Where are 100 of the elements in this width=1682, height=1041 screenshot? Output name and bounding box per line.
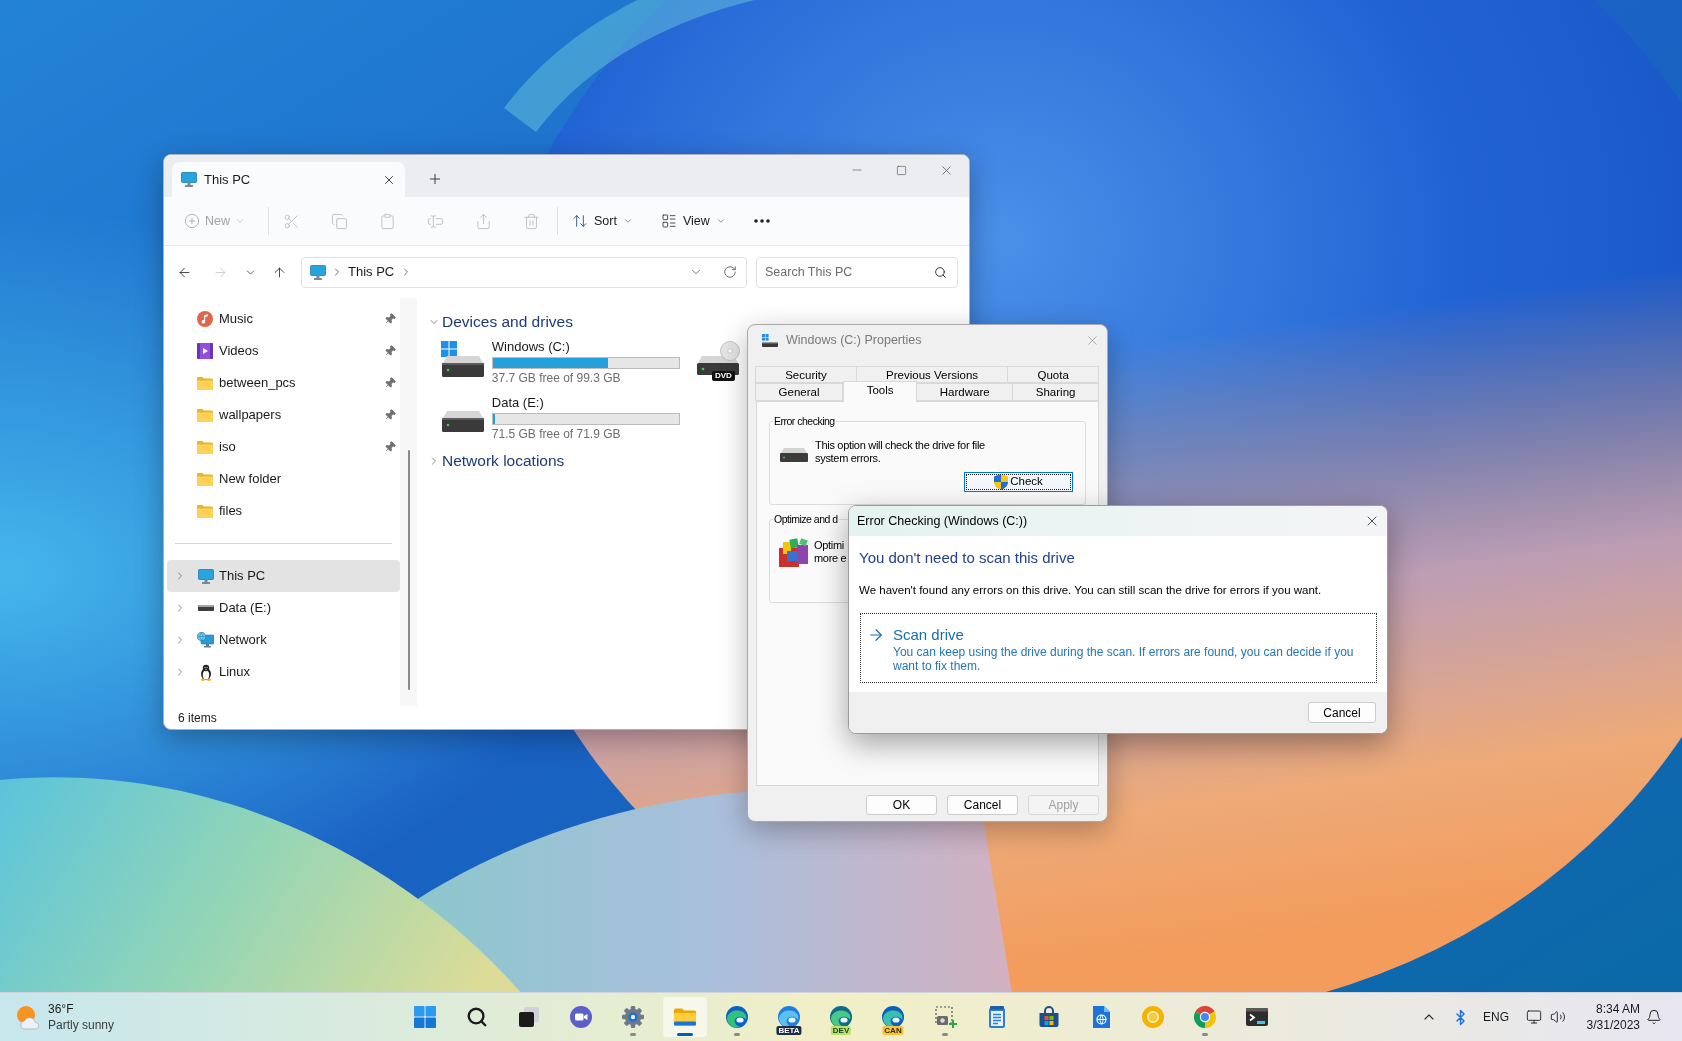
tree-item[interactable]: Network: [167, 624, 400, 656]
item-count: 6 items: [178, 709, 217, 727]
swirl-icon: [881, 1005, 905, 1029]
group-title: Optimize and d: [773, 512, 839, 526]
dvd-drive-icon: [696, 341, 740, 375]
description-text: Optimi: [814, 539, 845, 552]
dialog-tab[interactable]: Previous Versions: [855, 366, 1009, 383]
computer-icon: [181, 172, 197, 187]
folder-icon: [197, 408, 213, 422]
windows-drive-icon: [440, 341, 485, 377]
monitor-icon: [1526, 1009, 1542, 1025]
ellipsis-icon: [753, 219, 770, 223]
folder-icon: [197, 440, 213, 454]
sidebar-item[interactable]: files: [167, 495, 400, 527]
hard-drive-icon: [441, 411, 484, 432]
network-icon: [197, 632, 214, 648]
group-title: Error checking: [773, 414, 836, 428]
swirl-icon: [777, 1005, 801, 1029]
dialog-tab[interactable]: Hardware: [916, 383, 1014, 401]
check-button[interactable]: Check: [964, 472, 1073, 492]
bell-icon: [1646, 1009, 1662, 1025]
dialog-heading: You don't need to scan this drive: [859, 548, 1076, 568]
free-space-text: 37.7 GB free of 99.3 GB: [491, 371, 622, 386]
section-header[interactable]: Devices and drives: [428, 311, 573, 333]
dialog-button[interactable]: OK: [866, 795, 937, 815]
icon-badge: CAN: [882, 1026, 904, 1035]
plus-icon: [427, 171, 443, 187]
tricolor-circle-icon: [1193, 1005, 1217, 1029]
gear-icon: [621, 1005, 645, 1029]
icon-badge: BETA: [776, 1026, 802, 1035]
overlapping-squares-icon: [517, 1005, 541, 1029]
scan-drive-option[interactable]: Scan drive You can keep using the drive during the scan. If errors are found, you can decide if you want to fix them.: [860, 613, 1377, 683]
dialog-tab[interactable]: Quota: [1007, 366, 1099, 383]
cancel-button[interactable]: Cancel: [1308, 702, 1376, 723]
arrow-right-icon: [867, 626, 885, 644]
sidebar-item[interactable]: Videos: [167, 335, 400, 367]
taskbar-app-button[interactable]: CAN: [871, 997, 915, 1037]
tree-item[interactable]: Data (E:): [167, 592, 400, 624]
swirl-icon: [829, 1005, 853, 1029]
volume-icon: [1550, 1009, 1566, 1025]
folder-icon: [197, 376, 213, 390]
drive-name: Windows (C:): [491, 339, 571, 355]
search-field[interactable]: Search This PC: [756, 256, 958, 288]
video-camera-icon: [569, 1005, 593, 1029]
view-button[interactable]: View: [652, 205, 734, 237]
tree-item[interactable]: Linux: [167, 656, 400, 688]
sort-arrows-icon: [572, 213, 588, 229]
dashed-camera-icon: [933, 1005, 957, 1029]
terminal-icon: [1245, 1005, 1269, 1029]
tree-item[interactable]: This PC: [167, 560, 400, 592]
dialog-title: Windows (C:) Properties: [786, 331, 923, 349]
caret-icon: [715, 216, 726, 226]
shield-icon: [994, 474, 1009, 490]
drive-icon: [779, 447, 809, 463]
swirl-icon: [725, 1005, 749, 1029]
clock-button[interactable]: 8:34 AM 3/31/2023: [1574, 997, 1642, 1037]
section-header[interactable]: Network locations: [428, 450, 565, 472]
free-space-text: 71.5 GB free of 71.9 GB: [491, 427, 622, 442]
taskbar-app-button[interactable]: DEV: [819, 997, 863, 1037]
defragment-icon: [778, 536, 810, 568]
sun-cloud-icon: [14, 1004, 42, 1030]
scrollbar-thumb[interactable]: [407, 450, 410, 690]
dvd-label: DVD: [712, 371, 735, 381]
view-list-icon: [660, 213, 677, 229]
language-button[interactable]: ENG: [1474, 997, 1518, 1037]
shopping-bag-icon: [1037, 1005, 1061, 1029]
icon-badge: DEV: [830, 1026, 852, 1035]
sidebar-item[interactable]: Music: [167, 303, 400, 335]
address-bar[interactable]: This PC: [301, 256, 747, 288]
dialog-tab[interactable]: Tools: [843, 381, 918, 402]
sidebar-item[interactable]: wallpapers: [167, 399, 400, 431]
drive-name: Data (E:): [491, 395, 545, 411]
breadcrumb-item[interactable]: This PC: [348, 262, 395, 282]
description-text: This option will check the drive for file system errors.: [815, 439, 986, 465]
music-note-icon: [197, 311, 213, 327]
dialog-tab[interactable]: Sharing: [1012, 383, 1100, 401]
sidebar-item[interactable]: between_pcs: [167, 367, 400, 399]
search-icon: [934, 265, 947, 279]
dialog-message: We haven't found any errors on this drive. You can still scan the drive for errors if you want.: [859, 583, 1323, 598]
dialog-button[interactable]: Cancel: [947, 795, 1018, 815]
dialog-tab[interactable]: General: [755, 383, 844, 401]
ring-icon: [1141, 1005, 1165, 1029]
scrollbar[interactable]: [400, 298, 417, 706]
computer-icon: [197, 568, 214, 584]
sidebar-item[interactable]: New folder: [167, 463, 400, 495]
window-tab[interactable]: This PC: [172, 162, 405, 197]
sort-button[interactable]: Sort: [564, 205, 641, 237]
drive-icon: [197, 605, 214, 611]
refresh-icon: [723, 265, 737, 279]
sidebar-item[interactable]: iso: [167, 431, 400, 463]
video-icon: [197, 343, 213, 359]
taskbar-app-button[interactable]: BETA: [767, 997, 811, 1037]
folder-icon: [197, 504, 213, 518]
computer-icon: [310, 264, 326, 280]
search-icon: [466, 1006, 488, 1028]
taskbar-app-button[interactable]: [663, 997, 707, 1037]
weather-widget[interactable]: 36°F Partly sunny: [14, 997, 121, 1037]
maximize-icon: [896, 164, 907, 176]
caret-icon: [622, 216, 633, 226]
dialog-tab[interactable]: Security: [755, 366, 857, 383]
